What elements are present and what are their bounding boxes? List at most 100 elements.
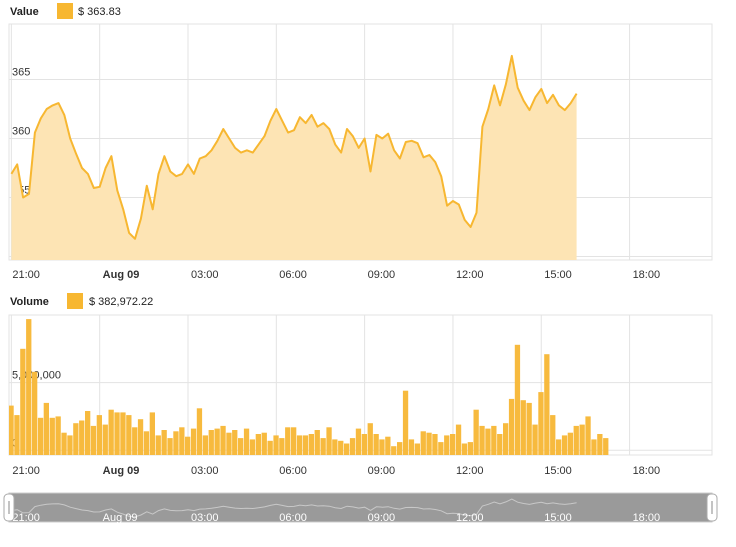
price-point[interactable] xyxy=(469,226,472,229)
price-point[interactable] xyxy=(134,237,137,240)
volume-bar[interactable] xyxy=(14,415,20,455)
volume-bar[interactable] xyxy=(402,390,409,455)
volume-bar[interactable] xyxy=(273,435,279,455)
volume-bar[interactable] xyxy=(479,425,485,455)
volume-bar[interactable] xyxy=(185,436,191,455)
volume-bar[interactable] xyxy=(503,423,509,455)
volume-bar[interactable] xyxy=(32,371,38,455)
volume-bar[interactable] xyxy=(573,425,579,455)
price-point[interactable] xyxy=(463,218,466,221)
volume-bar[interactable] xyxy=(426,432,432,455)
price-point[interactable] xyxy=(328,128,331,131)
volume-bar[interactable] xyxy=(491,425,497,455)
volume-bar[interactable] xyxy=(397,442,403,455)
volume-bar[interactable] xyxy=(155,435,161,455)
price-point[interactable] xyxy=(387,132,390,135)
volume-bar[interactable] xyxy=(108,409,114,455)
volume-bar[interactable] xyxy=(314,430,320,455)
price-point[interactable] xyxy=(528,109,531,112)
volume-bar[interactable] xyxy=(43,402,49,455)
volume-bar[interactable] xyxy=(373,434,379,455)
volume-bar[interactable] xyxy=(320,438,326,455)
volume-bar[interactable] xyxy=(249,439,256,455)
volume-bar[interactable] xyxy=(137,419,144,455)
volume-bar[interactable] xyxy=(102,424,108,455)
volume-bar[interactable] xyxy=(467,442,473,455)
price-point[interactable] xyxy=(151,208,154,211)
price-point[interactable] xyxy=(251,151,254,154)
volume-bar[interactable] xyxy=(179,427,185,455)
price-point[interactable] xyxy=(139,217,142,220)
volume-bar[interactable] xyxy=(279,438,285,455)
price-point[interactable] xyxy=(552,93,555,96)
volume-bar[interactable] xyxy=(120,412,126,455)
volume-bar[interactable] xyxy=(238,438,244,455)
price-point[interactable] xyxy=(534,96,537,99)
price-point[interactable] xyxy=(245,149,248,152)
volume-bar[interactable] xyxy=(556,439,562,455)
price-point[interactable] xyxy=(310,113,313,116)
price-point[interactable] xyxy=(28,192,31,195)
volume-bar[interactable] xyxy=(126,415,132,455)
price-point[interactable] xyxy=(540,87,543,90)
price-point[interactable] xyxy=(63,113,66,116)
price-point[interactable] xyxy=(234,146,237,149)
price-point[interactable] xyxy=(398,157,401,160)
price-point[interactable] xyxy=(228,137,231,140)
price-point[interactable] xyxy=(546,102,549,105)
volume-bar[interactable] xyxy=(532,424,538,455)
price-point[interactable] xyxy=(340,151,343,154)
price-point[interactable] xyxy=(198,157,201,160)
volume-bar[interactable] xyxy=(420,431,426,455)
volume-bar[interactable] xyxy=(202,435,208,455)
price-point[interactable] xyxy=(275,108,278,111)
price-point[interactable] xyxy=(428,154,431,157)
navigator[interactable]: 21:00 Aug 09 03:00 06:00 09:00 12:00 15:00 18:0… xyxy=(3,492,718,524)
price-point[interactable] xyxy=(110,155,113,158)
price-point[interactable] xyxy=(128,231,131,234)
price-point[interactable] xyxy=(92,187,95,190)
price-point[interactable] xyxy=(69,137,72,140)
volume-bar[interactable] xyxy=(308,434,314,455)
price-point[interactable] xyxy=(145,184,148,187)
volume-bar[interactable] xyxy=(291,427,297,455)
price-point[interactable] xyxy=(181,172,184,175)
volume-bar[interactable] xyxy=(226,432,232,455)
price-point[interactable] xyxy=(499,104,502,107)
volume-bar[interactable] xyxy=(379,439,385,455)
price-point[interactable] xyxy=(81,167,84,170)
volume-bar[interactable] xyxy=(544,354,550,455)
price-point[interactable] xyxy=(22,196,25,199)
price-point[interactable] xyxy=(440,175,443,178)
volume-bar[interactable] xyxy=(438,442,444,455)
price-point[interactable] xyxy=(569,102,572,105)
price-point[interactable] xyxy=(346,128,349,131)
price-point[interactable] xyxy=(39,117,42,120)
price-point[interactable] xyxy=(504,83,507,86)
price-point[interactable] xyxy=(516,86,519,89)
price-point[interactable] xyxy=(446,204,449,207)
price-point[interactable] xyxy=(322,122,325,125)
volume-bar[interactable] xyxy=(461,443,468,456)
price-point[interactable] xyxy=(451,200,454,203)
price-point[interactable] xyxy=(293,129,296,132)
price-point[interactable] xyxy=(33,131,36,134)
volume-bar[interactable] xyxy=(132,427,138,455)
volume-bar[interactable] xyxy=(208,430,214,455)
volume-bar[interactable] xyxy=(161,430,167,455)
price-point[interactable] xyxy=(510,54,513,57)
volume-bar[interactable] xyxy=(597,434,603,455)
price-point[interactable] xyxy=(216,139,219,142)
volume-bar[interactable] xyxy=(473,409,479,455)
price-point[interactable] xyxy=(75,152,78,155)
volume-bar[interactable] xyxy=(391,446,397,455)
volume-bar[interactable] xyxy=(214,428,220,455)
volume-bar[interactable] xyxy=(173,431,179,455)
volume-bar[interactable] xyxy=(414,443,420,456)
price-point[interactable] xyxy=(157,172,160,175)
volume-bar[interactable] xyxy=(20,348,26,455)
price-point[interactable] xyxy=(86,172,89,175)
volume-bar[interactable] xyxy=(432,434,438,455)
volume-bar[interactable] xyxy=(332,439,338,455)
volume-bar[interactable] xyxy=(67,435,73,455)
